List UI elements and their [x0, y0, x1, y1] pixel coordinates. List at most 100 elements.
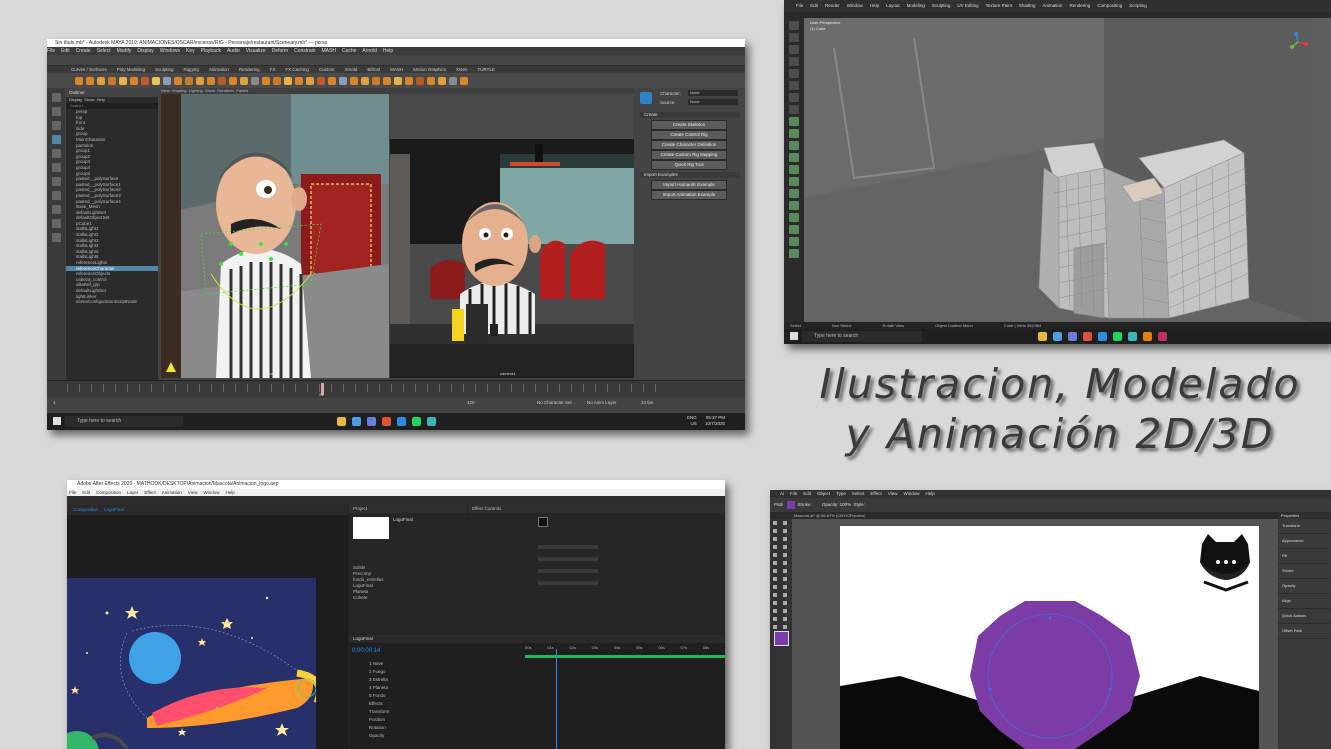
maya-menu-item[interactable]: Key: [186, 48, 195, 54]
timeline-layer[interactable]: Rotation: [369, 725, 519, 731]
line-tool-icon[interactable]: [783, 545, 787, 549]
ae-menu-item[interactable]: Edit: [82, 490, 90, 495]
shelf-tool-icon[interactable]: [372, 76, 380, 85]
outliner-menu-help[interactable]: Help: [97, 97, 105, 102]
scale-icon[interactable]: [789, 69, 799, 78]
shelf-tab[interactable]: Bifrost: [367, 67, 380, 72]
shelf-tool-icon[interactable]: [108, 76, 116, 85]
maya-icon[interactable]: [427, 417, 436, 426]
camera-viewport[interactable]: camera1: [390, 94, 634, 378]
timeline-layer[interactable]: 2 Fuego: [369, 669, 519, 675]
symbol-icon[interactable]: [773, 609, 777, 613]
shelf-tool-icon[interactable]: [218, 76, 226, 85]
free-transform-icon[interactable]: [773, 585, 777, 589]
no-anim-layer[interactable]: No Anim Layer: [587, 398, 617, 408]
shelf-tool-icon[interactable]: [306, 76, 314, 85]
maya-menu-item[interactable]: Arnold: [362, 48, 376, 54]
ae-menu-item[interactable]: File: [69, 490, 76, 495]
timeline-layer[interactable]: Position: [369, 717, 519, 723]
layout-icon[interactable]: [51, 233, 61, 242]
current-time-indicator[interactable]: [556, 649, 557, 749]
shelf-tool-icon[interactable]: [141, 76, 149, 85]
edge-icon[interactable]: [397, 417, 406, 426]
maya-menu-item[interactable]: Constrain: [294, 48, 315, 54]
blender-menu-item[interactable]: Help: [870, 3, 879, 8]
shelf-tool-icon[interactable]: [394, 76, 402, 85]
measure-icon[interactable]: [789, 105, 799, 114]
ai-menu-item[interactable]: View: [888, 491, 898, 496]
pencil-icon[interactable]: [783, 561, 787, 565]
blender-menu-item[interactable]: UV Editing: [957, 3, 978, 8]
shelf-tool-icon[interactable]: [416, 76, 424, 85]
panel-menu-panels[interactable]: Panels: [236, 88, 248, 93]
blender-menu-item[interactable]: Scripting: [1129, 3, 1147, 8]
shelf-tool-icon[interactable]: [97, 76, 105, 85]
shelf-tool-icon[interactable]: [460, 76, 468, 85]
select-box-icon[interactable]: [789, 21, 799, 30]
shelf-tool-icon[interactable]: [427, 76, 435, 85]
shelf-tool-icon[interactable]: [86, 76, 94, 85]
blender-menu-item[interactable]: Sculpting: [932, 3, 951, 8]
fps-select[interactable]: 24 fps: [641, 398, 653, 408]
shelf-tab[interactable]: Rendering: [239, 67, 260, 72]
shelf-tab[interactable]: MASH: [390, 67, 403, 72]
paint-select-icon[interactable]: [51, 121, 61, 130]
ai-menu-item[interactable]: Window: [903, 491, 919, 496]
create-skeleton-button[interactable]: Create Skeleton: [651, 120, 727, 130]
shelf-tool-icon[interactable]: [262, 76, 270, 85]
select-tool-icon[interactable]: [51, 93, 61, 102]
import-animation-example-button[interactable]: Import Animation Example: [651, 190, 727, 200]
document-tab[interactable]: Mascota.ai* @ 66.67% (CMYK/Preview): [770, 512, 1331, 519]
ae-menu-item[interactable]: Help: [225, 490, 234, 495]
maya-menu-item[interactable]: Create: [76, 48, 91, 54]
discord-icon[interactable]: [367, 417, 376, 426]
quick-rig-tool-button[interactable]: Quick Rig Tool: [651, 160, 727, 170]
ae-menu-item[interactable]: Composition: [96, 490, 121, 495]
ae-menu-item[interactable]: Layer: [127, 490, 138, 495]
gradient-icon[interactable]: [773, 593, 777, 597]
ai-menu-item[interactable]: File: [790, 491, 797, 496]
ai-menu-item[interactable]: Effect: [870, 491, 881, 496]
timeline-layer[interactable]: Opacity: [369, 733, 519, 739]
shelf-tool-icon[interactable]: [174, 76, 182, 85]
shelf-tool-icon[interactable]: [438, 76, 446, 85]
timeline-layer[interactable]: Effects: [369, 701, 519, 707]
blender-menu-item[interactable]: Animation: [1042, 3, 1062, 8]
edge-icon[interactable]: [1098, 332, 1107, 341]
shelf-tool-icon[interactable]: [350, 76, 358, 85]
shelf-tab[interactable]: Custom: [319, 67, 335, 72]
ae-menu-item[interactable]: Window: [203, 490, 219, 495]
ae-menu-item[interactable]: Animation: [162, 490, 182, 495]
shelf-tab[interactable]: Curves / Surfaces: [71, 67, 107, 72]
project-tab[interactable]: Project: [349, 505, 467, 513]
shelf-tool-icon[interactable]: [240, 76, 248, 85]
panel-section[interactable]: Offset Path: [1278, 624, 1331, 639]
smooth-icon[interactable]: [789, 201, 799, 210]
rotate-icon[interactable]: [783, 569, 787, 573]
lasso-icon[interactable]: [783, 529, 787, 533]
blender-menu-item[interactable]: Edit: [810, 3, 818, 8]
rip-icon[interactable]: [789, 249, 799, 258]
timeline-layer[interactable]: Transform: [369, 709, 519, 715]
bevel-icon[interactable]: [789, 141, 799, 150]
shelf-tool-icon[interactable]: [361, 76, 369, 85]
time-ruler[interactable]: 00s 01s 02s 03s 04s 05s 06s 07s 08s: [525, 645, 725, 653]
panel-section[interactable]: Appearance: [1278, 534, 1331, 549]
blender-menu-item[interactable]: Modeling: [907, 3, 925, 8]
ai-menu-item[interactable]: Select: [852, 491, 865, 496]
edge-slide-icon[interactable]: [789, 213, 799, 222]
maya-time-slider[interactable]: 24: [47, 380, 745, 399]
fill-swatch[interactable]: [787, 500, 796, 509]
project-item[interactable]: Cohete: [353, 595, 463, 601]
maya-menu-item[interactable]: Edit: [61, 48, 70, 54]
shelf-tool-icon[interactable]: [405, 76, 413, 85]
fill-color-swatch[interactable]: [774, 631, 789, 646]
outliner-menu-display[interactable]: Display: [69, 97, 82, 102]
maya-menu-item[interactable]: Modify: [117, 48, 132, 54]
persp-viewport[interactable]: persp: [161, 94, 389, 378]
direct-selection-icon[interactable]: [783, 521, 787, 525]
range-start[interactable]: 1: [53, 398, 56, 408]
knife-icon[interactable]: [789, 165, 799, 174]
shelf-tool-icon[interactable]: [152, 76, 160, 85]
outliner-item[interactable]: sceneConfigurationScriptNode: [66, 299, 158, 305]
